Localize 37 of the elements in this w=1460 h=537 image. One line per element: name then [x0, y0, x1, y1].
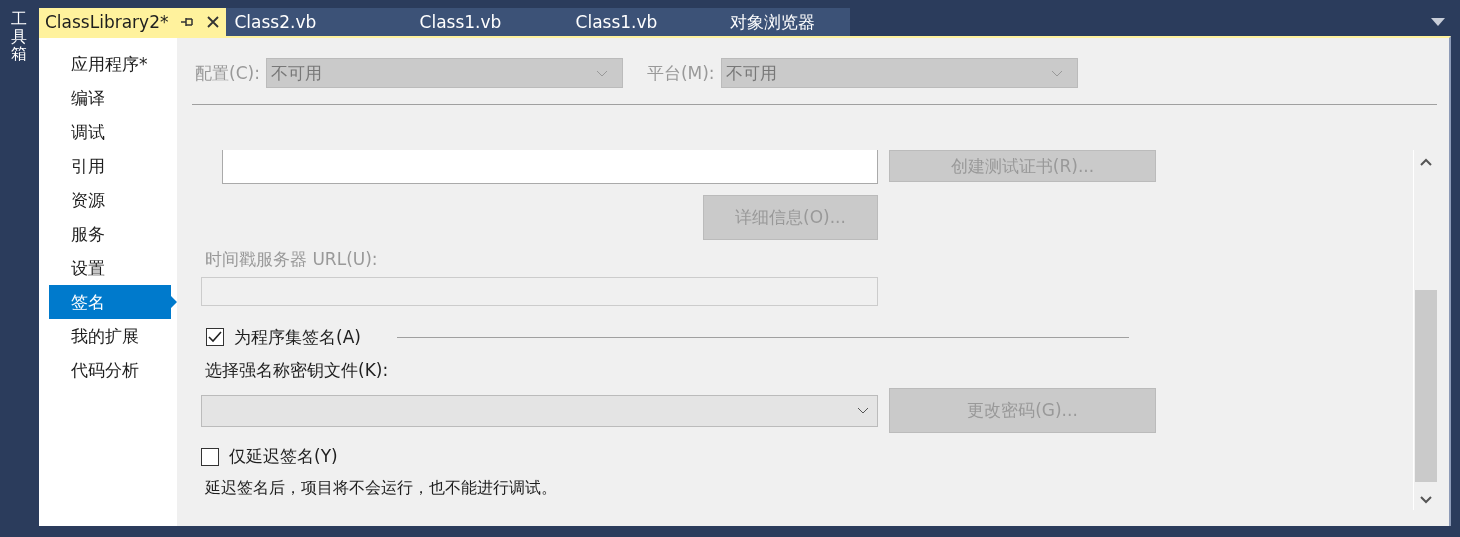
timestamp-server-field[interactable]: [201, 277, 878, 306]
chevron-down-icon[interactable]: [1419, 496, 1432, 504]
sign-assembly-label: 为程序集签名(A): [234, 325, 361, 349]
delay-sign-label: 仅延迟签名(Y): [229, 445, 338, 468]
document-tab[interactable]: Class1.vb: [382, 8, 539, 36]
document-tab[interactable]: ClassLibrary2*: [39, 8, 227, 36]
chevron-up-icon[interactable]: [1419, 158, 1432, 166]
checkbox[interactable]: [206, 328, 224, 346]
certificate-field[interactable]: [222, 150, 878, 184]
sidebar-item[interactable]: 资源: [49, 183, 177, 217]
configuration-label: 配置(C):: [195, 61, 260, 85]
pin-icon[interactable]: [180, 16, 195, 28]
sidebar-item[interactable]: 应用程序*: [49, 47, 177, 81]
key-file-label: 选择强名称密钥文件(K):: [205, 359, 390, 382]
close-icon[interactable]: [206, 15, 221, 29]
document-tab[interactable]: 对象浏览器: [694, 8, 851, 36]
chevron-down-icon: [595, 69, 608, 77]
timestamp-server-label: 时间戳服务器 URL(U):: [205, 248, 379, 271]
sidebar-item[interactable]: 签名: [49, 285, 177, 319]
sidebar-item[interactable]: 调试: [49, 115, 177, 149]
sidebar-item[interactable]: 引用: [49, 149, 177, 183]
chevron-down-icon: [857, 407, 869, 414]
checkbox[interactable]: [201, 447, 219, 466]
delay-sign-note: 延迟签名后，项目将不会运行，也不能进行调试。: [205, 478, 558, 499]
vertical-scrollbar[interactable]: [1413, 150, 1437, 510]
scrollbar-thumb[interactable]: [1414, 290, 1437, 482]
dropdown-arrow-icon[interactable]: [1431, 18, 1445, 26]
sidebar-item[interactable]: 我的扩展: [49, 319, 177, 353]
sidebar-item[interactable]: 代码分析: [49, 353, 177, 387]
sidebar-item[interactable]: 服务: [49, 217, 177, 251]
toolbox-tab[interactable]: 工具箱: [11, 10, 27, 63]
chevron-down-icon: [1050, 69, 1063, 77]
document-tab[interactable]: Class1.vb: [538, 8, 695, 36]
sidebar-item[interactable]: 编译: [49, 81, 177, 115]
platform-label: 平台(M):: [646, 61, 715, 85]
sidebar-item[interactable]: 设置: [49, 251, 177, 285]
document-tab[interactable]: Class2.vb: [226, 8, 383, 36]
